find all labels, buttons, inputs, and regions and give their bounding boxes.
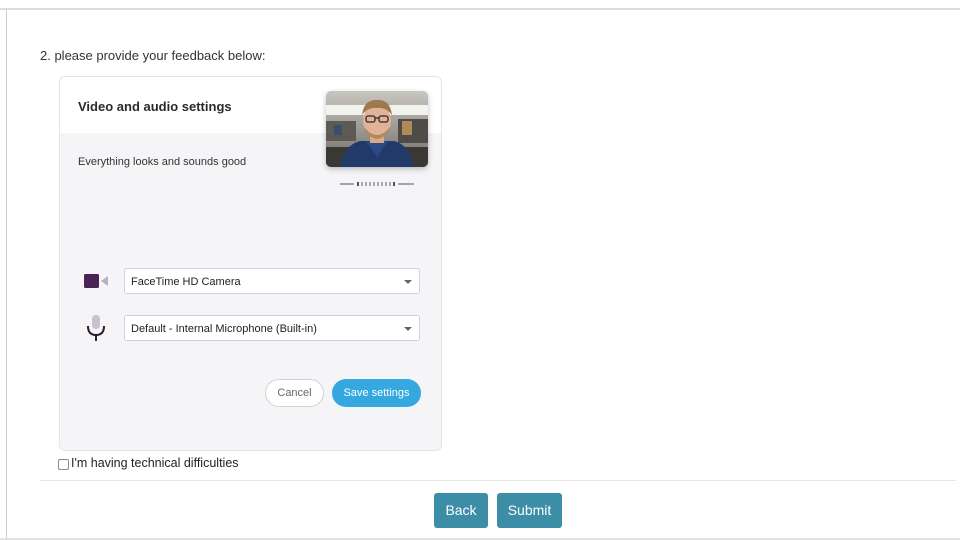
question-label: 2. please provide your feedback below:: [40, 48, 266, 63]
footer-divider: [40, 480, 956, 481]
chevron-down-icon: [404, 327, 412, 331]
video-camera-icon: [82, 268, 112, 296]
back-button[interactable]: Back: [434, 493, 488, 528]
save-settings-button[interactable]: Save settings: [332, 379, 421, 407]
microphone-row: Default - Internal Microphone (Built-in): [82, 315, 422, 343]
technical-difficulties-label[interactable]: I'm having technical difficulties: [71, 456, 239, 470]
left-border: [6, 10, 7, 540]
submit-button[interactable]: Submit: [497, 493, 562, 528]
chevron-down-icon: [404, 280, 412, 284]
panel-title: Video and audio settings: [78, 99, 232, 114]
camera-select[interactable]: FaceTime HD Camera: [124, 268, 420, 294]
top-divider: [0, 8, 960, 10]
microphone-select[interactable]: Default - Internal Microphone (Built-in): [124, 315, 420, 341]
technical-difficulties-checkbox[interactable]: [58, 459, 69, 470]
camera-preview: [326, 91, 428, 167]
cancel-button[interactable]: Cancel: [265, 379, 324, 407]
camera-select-value: FaceTime HD Camera: [131, 276, 241, 288]
microphone-select-value: Default - Internal Microphone (Built-in): [131, 323, 317, 335]
camera-row: FaceTime HD Camera: [82, 268, 422, 296]
microphone-icon: [82, 315, 112, 343]
status-message: Everything looks and sounds good: [78, 156, 247, 168]
audio-level-meter: [340, 182, 414, 186]
video-audio-settings-panel: Video and audio settings Everything look…: [59, 76, 442, 451]
